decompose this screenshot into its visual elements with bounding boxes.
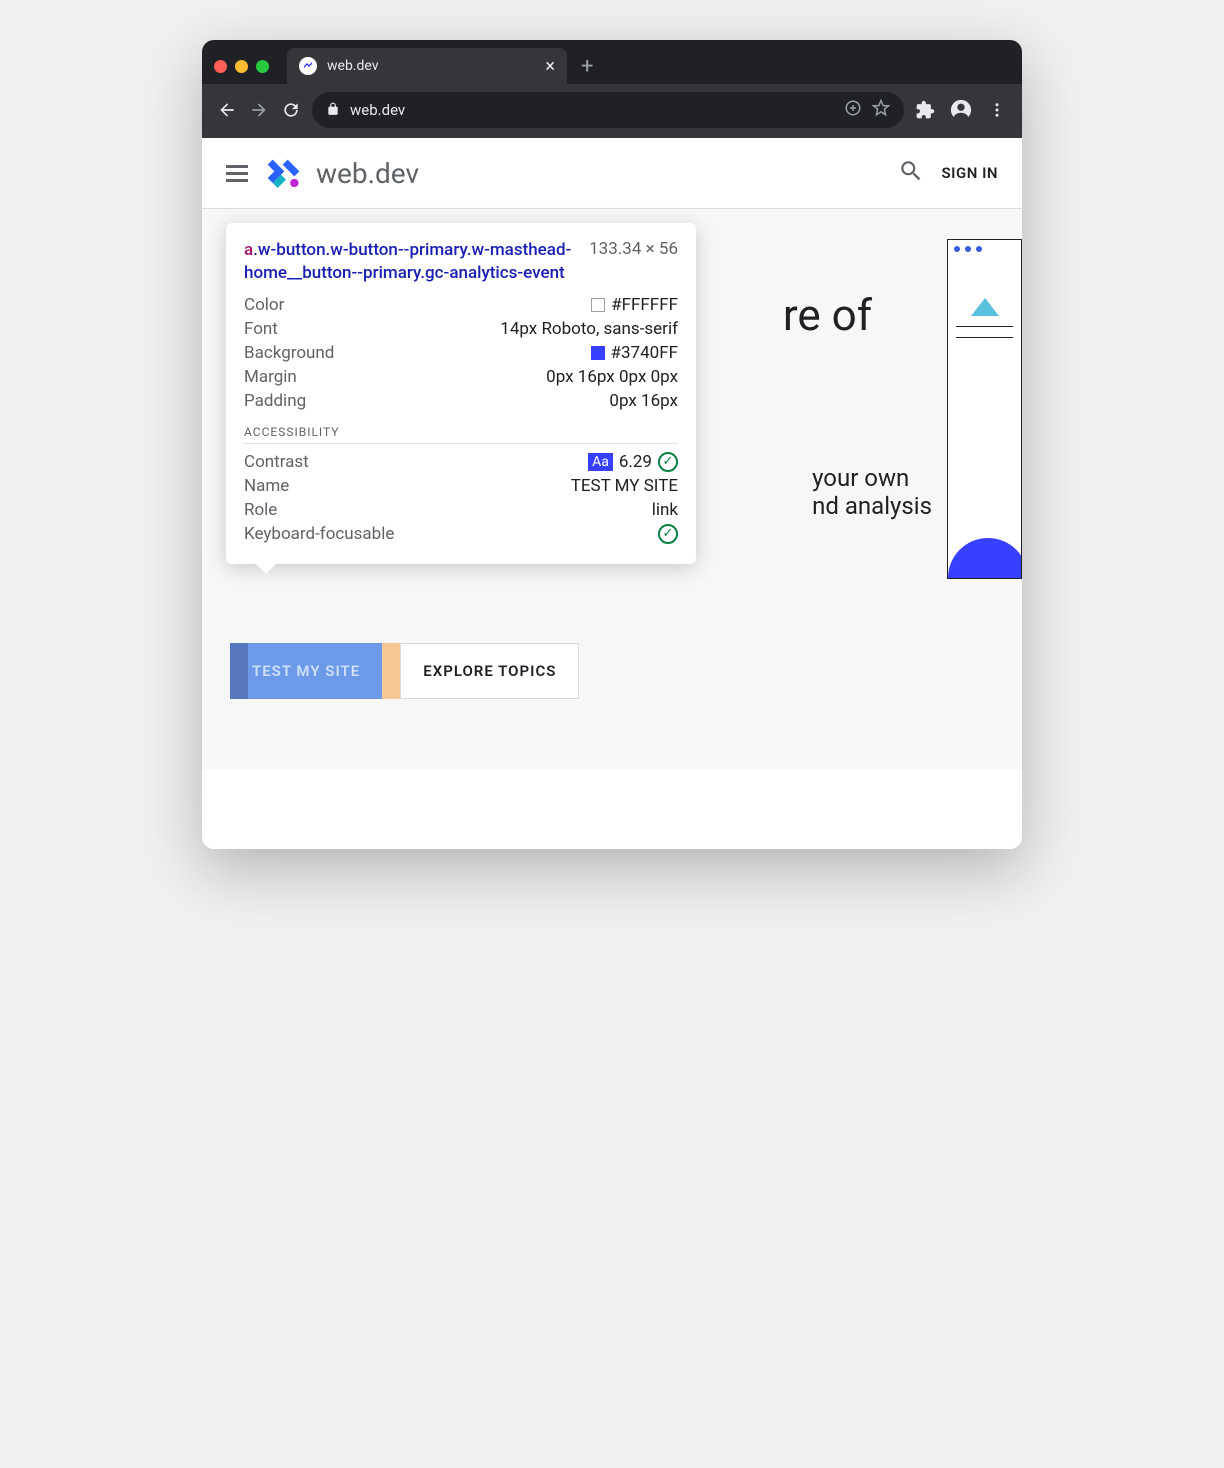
logo-icon: [266, 156, 306, 190]
a11y-name-value: TEST MY SITE: [571, 476, 678, 496]
site-logo[interactable]: web.dev: [266, 156, 419, 190]
site-header: web.dev SIGN IN: [202, 138, 1022, 209]
brand-text: web.dev: [316, 157, 419, 190]
element-selector: a.w-button.w-button--primary.w-masthead-…: [244, 239, 581, 285]
style-background-value: #3740FF: [591, 343, 678, 363]
lock-icon: [326, 101, 340, 120]
style-padding-label: Padding: [244, 391, 306, 411]
contrast-badge: Aa: [588, 453, 613, 471]
maximize-window-button[interactable]: [256, 60, 269, 73]
extensions-icon[interactable]: [914, 100, 936, 120]
new-tab-button[interactable]: +: [581, 54, 593, 79]
url-text: web.dev: [350, 101, 834, 119]
toolbar: web.dev: [202, 84, 1022, 138]
check-icon: ✓: [658, 452, 678, 472]
a11y-focusable-value: ✓: [658, 524, 678, 544]
a11y-role-value: link: [652, 500, 678, 520]
forward-button[interactable]: [248, 100, 270, 120]
a11y-focusable-label: Keyboard-focusable: [244, 524, 394, 544]
a11y-role-label: Role: [244, 500, 277, 520]
hero-buttons: TEST MY SITE EXPLORE TOPICS: [230, 643, 579, 699]
a11y-name-label: Name: [244, 476, 289, 496]
window-controls: [214, 60, 269, 73]
style-margin-value: 0px 16px 0px 0px: [546, 367, 678, 387]
tab-title: web.dev: [327, 58, 535, 74]
style-padding-value: 0px 16px: [609, 391, 678, 411]
accessibility-heading: ACCESSIBILITY: [244, 425, 678, 444]
style-color-label: Color: [244, 295, 284, 315]
search-icon[interactable]: [898, 158, 924, 188]
style-margin-label: Margin: [244, 367, 297, 387]
browser-chrome: web.dev × + web.dev: [202, 40, 1022, 138]
a11y-contrast-value: Aa 6.29 ✓: [588, 452, 678, 472]
hero-illustration: [947, 239, 1022, 579]
style-color-value: #FFFFFF: [591, 295, 678, 315]
browser-window: web.dev × + web.dev: [202, 40, 1022, 849]
signin-button[interactable]: SIGN IN: [942, 164, 998, 182]
menu-button[interactable]: [226, 165, 248, 182]
element-dimensions: 133.34 × 56: [589, 239, 678, 285]
favicon-icon: [299, 57, 317, 75]
chrome-actions: [914, 99, 1008, 121]
check-icon: ✓: [658, 524, 678, 544]
add-icon[interactable]: [844, 99, 862, 121]
back-button[interactable]: [216, 100, 238, 120]
a11y-contrast-label: Contrast: [244, 452, 309, 472]
bookmark-icon[interactable]: [872, 99, 890, 121]
browser-tab[interactable]: web.dev ×: [287, 48, 567, 84]
menu-icon[interactable]: [986, 101, 1008, 119]
profile-icon[interactable]: [950, 99, 972, 121]
devtools-inspector-tooltip: a.w-button.w-button--primary.w-masthead-…: [226, 223, 696, 564]
reload-button[interactable]: [280, 100, 302, 120]
hero-section: re of your own nd analysis a.w-button.w-…: [202, 209, 1022, 769]
tab-strip: web.dev × +: [202, 40, 1022, 84]
hero-title-fragment: re of: [783, 289, 872, 341]
style-font-value: 14px Roboto, sans-serif: [500, 319, 678, 339]
test-my-site-button[interactable]: TEST MY SITE: [230, 643, 382, 699]
style-font-label: Font: [244, 319, 278, 339]
hero-subtitle-fragment: your own nd analysis: [812, 464, 932, 520]
close-tab-button[interactable]: ×: [545, 56, 555, 77]
address-bar[interactable]: web.dev: [312, 92, 904, 128]
explore-topics-button[interactable]: EXPLORE TOPICS: [400, 643, 579, 699]
page-footer: [202, 769, 1022, 849]
close-window-button[interactable]: [214, 60, 227, 73]
style-background-label: Background: [244, 343, 334, 363]
minimize-window-button[interactable]: [235, 60, 248, 73]
